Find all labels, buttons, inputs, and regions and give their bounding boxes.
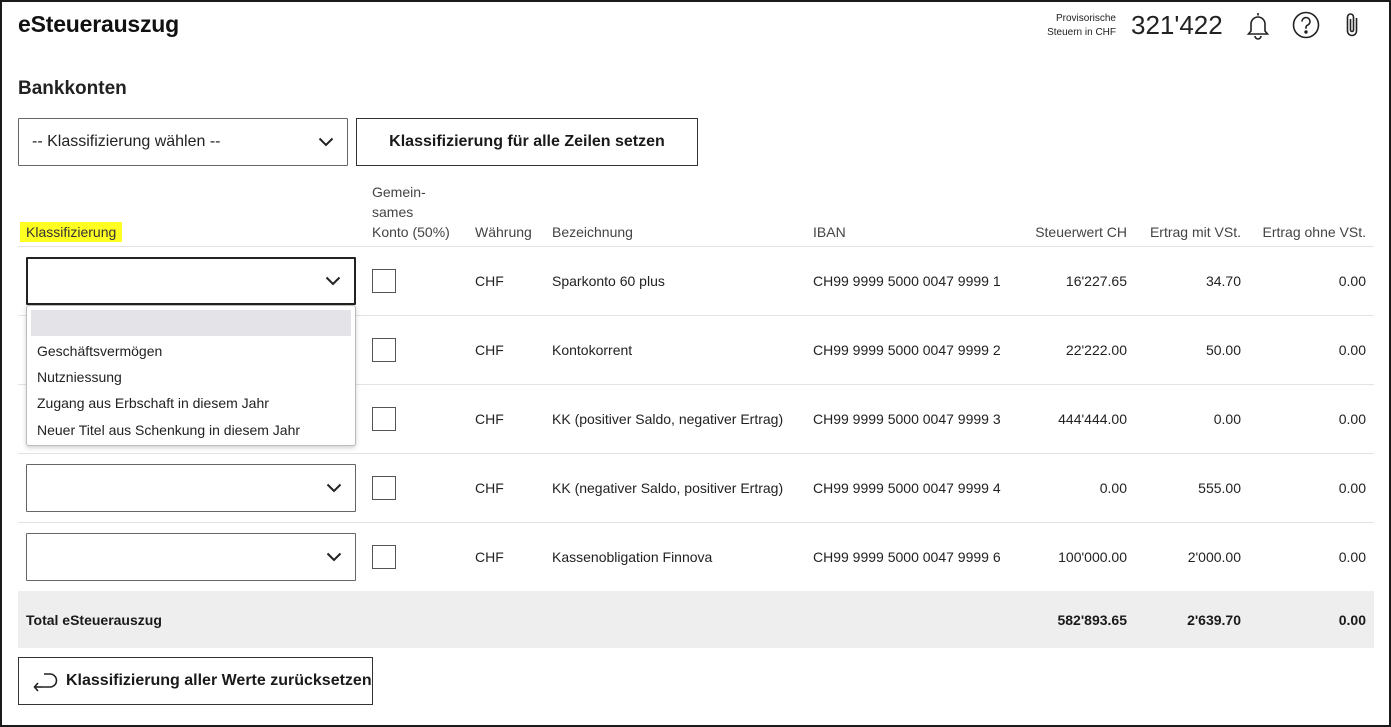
row-classification-select[interactable] — [26, 257, 356, 305]
chevron-down-icon — [318, 137, 334, 147]
paperclip-icon[interactable] — [1338, 10, 1368, 40]
joint-account-checkbox[interactable] — [372, 407, 396, 431]
header-klassifizierung[interactable]: Klassifizierung — [20, 222, 123, 242]
dropdown-option[interactable]: Nutzniessung — [37, 369, 122, 385]
currency-cell: CHF — [475, 549, 504, 565]
income-without-wht-cell: 0.00 — [1338, 273, 1366, 289]
account-name-cell: Kassenobligation Finnova — [552, 549, 713, 565]
provisional-tax-value: 321'422 — [1131, 10, 1223, 40]
currency-cell: CHF — [475, 480, 504, 496]
account-name-cell: KK (positiver Saldo, negativer Ertrag) — [552, 411, 784, 427]
reset-classification-button[interactable]: Klassifizierung aller Werte zurücksetzen — [18, 657, 373, 705]
joint-account-checkbox[interactable] — [372, 338, 396, 362]
iban-cell: CH99 9999 5000 0047 9999 4 — [813, 480, 1001, 496]
dropdown-option[interactable]: Geschäftsvermögen — [37, 343, 162, 359]
account-name-cell: Kontokorrent — [552, 342, 633, 358]
chevron-down-icon — [326, 483, 342, 493]
income-without-wht-cell: 0.00 — [1338, 342, 1366, 358]
account-name-cell: Sparkonto 60 plus — [552, 273, 665, 289]
income-without-wht-cell: 0.00 — [1338, 411, 1366, 427]
header-iban: IBAN — [813, 224, 846, 240]
section-title: Bankkonten — [18, 78, 127, 99]
total-label: Total eSteuerauszug — [26, 612, 162, 628]
divider — [18, 522, 1374, 523]
income-without-wht-cell: 0.00 — [1338, 480, 1366, 496]
currency-cell: CHF — [475, 342, 504, 358]
currency-cell: CHF — [475, 273, 504, 289]
account-name-cell: KK (negativer Saldo, positiver Ertrag) — [552, 480, 784, 496]
divider — [18, 453, 1374, 454]
iban-cell: CH99 9999 5000 0047 9999 1 — [813, 273, 1001, 289]
classification-select-value: -- Klassifizierung wählen -- — [32, 133, 221, 150]
dropdown-option-empty[interactable] — [31, 310, 351, 336]
currency-cell: CHF — [475, 411, 504, 427]
header-klassifizierung-label: Klassifizierung — [20, 222, 123, 242]
header-bezeichnung: Bezeichnung — [552, 224, 633, 240]
header-ertrag-ohne-vst: Ertrag ohne VSt. — [1262, 224, 1366, 240]
income-without-wht-cell: 0.00 — [1338, 549, 1366, 565]
undo-icon — [33, 670, 59, 692]
header-gemeinsam-line1: Gemein- — [372, 184, 426, 200]
provisional-tax-label-line2: Steuern in CHF — [1047, 27, 1116, 38]
help-icon[interactable] — [1291, 10, 1321, 40]
classification-select[interactable]: -- Klassifizierung wählen -- — [18, 118, 348, 166]
iban-cell: CH99 9999 5000 0047 9999 2 — [813, 342, 1001, 358]
chevron-down-icon — [325, 276, 341, 286]
joint-account-checkbox[interactable] — [372, 476, 396, 500]
bell-icon[interactable] — [1243, 10, 1273, 40]
header-gemeinsam-line2: sames — [372, 204, 414, 220]
iban-cell: CH99 9999 5000 0047 9999 3 — [813, 411, 1001, 427]
joint-account-checkbox[interactable] — [372, 269, 396, 293]
chevron-down-icon — [326, 552, 342, 562]
classification-dropdown-menu: Geschäftsvermögen Nutzniessung Zugang au… — [26, 305, 356, 446]
provisional-tax-label: Provisorische Steuern in CHF — [1040, 12, 1116, 40]
dropdown-option[interactable]: Neuer Titel aus Schenkung in diesem Jahr — [37, 422, 300, 438]
row-classification-select[interactable] — [26, 533, 356, 581]
dropdown-option[interactable]: Zugang aus Erbschaft in diesem Jahr — [37, 395, 269, 411]
provisional-tax-label-line1: Provisorische — [1055, 13, 1116, 24]
joint-account-checkbox[interactable] — [372, 545, 396, 569]
row-classification-select[interactable] — [26, 464, 356, 512]
apply-classification-all-button[interactable]: Klassifizierung für alle Zeilen setzen — [356, 118, 698, 166]
header-gemeinsam-line3: Konto (50%) — [372, 224, 450, 240]
iban-cell: CH99 9999 5000 0047 9999 6 — [813, 549, 1001, 565]
header-waehrung: Währung — [475, 224, 532, 240]
reset-button-label: Klassifizierung aller Werte zurücksetzen — [66, 672, 372, 689]
total-row: Total eSteuerauszug 582'893.65 2'639.70 … — [18, 591, 1374, 648]
app-title: eSteuerauszug — [18, 11, 180, 37]
divider — [18, 246, 1374, 247]
total-income-without-wht: 0.00 — [1338, 612, 1366, 628]
header-gemeinsames-konto: Gemein- sames Konto (50%) — [372, 182, 450, 242]
